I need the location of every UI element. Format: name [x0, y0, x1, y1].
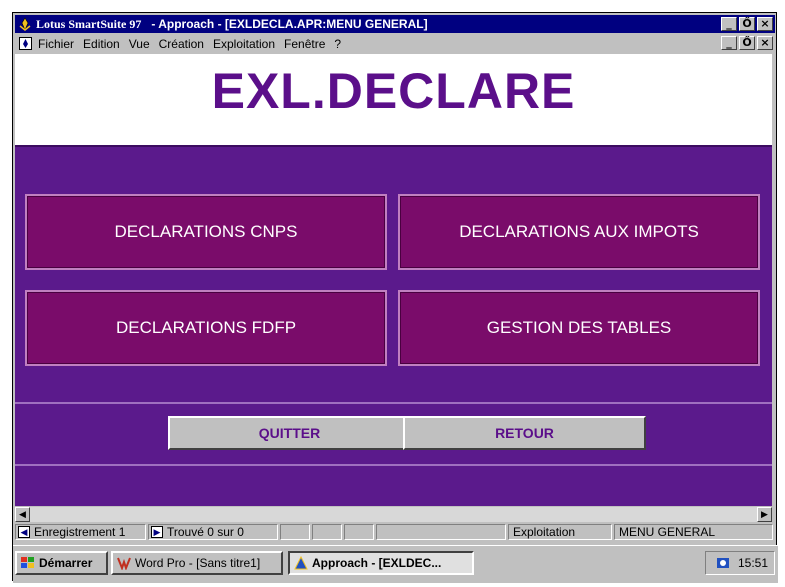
window-title: - Approach - [EXLDECLA.APR:MENU GENERAL] — [151, 17, 428, 31]
status-found[interactable]: ▶ Trouvé 0 sur 0 — [148, 524, 278, 540]
word-pro-icon — [117, 557, 131, 570]
application-window: Lotus SmartSuite 97 - Approach - [EXLDEC… — [12, 12, 778, 583]
menu-creation[interactable]: Création — [159, 37, 204, 51]
status-empty-3 — [344, 524, 374, 540]
view-label: MENU GENERAL — [619, 525, 716, 539]
menu-vue[interactable]: Vue — [129, 37, 150, 51]
menu-fenetre[interactable]: Fenêtre — [284, 37, 325, 51]
form-area: EXL.DECLARE DECLARATIONS CNPS DECLARATIO… — [15, 54, 772, 506]
doc-minimize-button[interactable]: _ — [721, 36, 737, 50]
status-bar: ◀ Enregistrement 1 ▶ Trouvé 0 sur 0 Expl… — [15, 523, 775, 541]
taskbar: Démarrer Word Pro - [Sans titre1] Approa… — [13, 545, 778, 583]
status-empty-2 — [312, 524, 342, 540]
system-tray: 15:51 — [705, 551, 775, 575]
taskbar-word-pro-label: Word Pro - [Sans titre1] — [135, 556, 261, 570]
title-bar[interactable]: Lotus SmartSuite 97 - Approach - [EXLDEC… — [15, 15, 775, 33]
doc-restore-button[interactable]: Ő — [739, 36, 755, 50]
form-header: EXL.DECLARE — [15, 54, 772, 147]
status-record[interactable]: ◀ Enregistrement 1 — [15, 524, 146, 540]
gestion-tables-button[interactable]: GESTION DES TABLES — [398, 290, 760, 366]
lotus-app-icon — [19, 17, 31, 31]
taskbar-word-pro[interactable]: Word Pro - [Sans titre1] — [111, 551, 283, 575]
menu-edition[interactable]: Edition — [83, 37, 120, 51]
minimize-button[interactable]: _ — [721, 17, 737, 31]
status-empty-4 — [376, 524, 506, 540]
horizontal-scrollbar[interactable]: ◀ ▶ — [15, 507, 772, 522]
declarations-fdfp-button[interactable]: DECLARATIONS FDFP — [25, 290, 387, 366]
quitter-button[interactable]: QUITTER — [168, 416, 411, 450]
taskbar-approach-label: Approach - [EXLDEC... — [312, 556, 442, 570]
mode-label: Exploitation — [513, 525, 576, 539]
status-mode[interactable]: Exploitation — [508, 524, 612, 540]
app-name: Lotus SmartSuite 97 — [36, 16, 142, 31]
scroll-left-arrow-icon[interactable]: ◀ — [15, 507, 30, 522]
record-label: Enregistrement 1 — [34, 525, 126, 539]
tray-app-icon[interactable] — [716, 557, 730, 569]
menu-bar: Fichier Edition Vue Création Exploitatio… — [15, 34, 775, 53]
clock[interactable]: 15:51 — [738, 556, 768, 570]
start-button[interactable]: Démarrer — [15, 551, 108, 575]
divider-bottom — [15, 464, 772, 466]
menu-fichier[interactable]: Fichier — [38, 37, 74, 51]
scroll-right-arrow-icon[interactable]: ▶ — [757, 507, 772, 522]
declarations-impots-button[interactable]: DECLARATIONS AUX IMPOTS — [398, 194, 760, 270]
next-record-icon[interactable]: ▶ — [151, 526, 163, 538]
taskbar-approach[interactable]: Approach - [EXLDEC... — [288, 551, 474, 575]
found-label: Trouvé 0 sur 0 — [167, 525, 244, 539]
start-label: Démarrer — [39, 556, 93, 570]
windows-logo-icon — [21, 557, 34, 568]
menu-exploitation[interactable]: Exploitation — [213, 37, 275, 51]
retour-button[interactable]: RETOUR — [403, 416, 646, 450]
form-title: EXL.DECLARE — [211, 63, 576, 119]
menu-help[interactable]: ? — [334, 37, 341, 51]
maximize-button[interactable]: Ő — [739, 17, 755, 31]
approach-icon — [294, 556, 308, 570]
status-view[interactable]: MENU GENERAL — [614, 524, 773, 540]
previous-record-icon[interactable]: ◀ — [18, 526, 30, 538]
close-button[interactable]: × — [757, 17, 773, 31]
status-empty-1 — [280, 524, 310, 540]
divider-top — [15, 402, 772, 404]
doc-close-button[interactable]: × — [757, 36, 773, 50]
document-icon[interactable] — [19, 37, 32, 50]
declarations-cnps-button[interactable]: DECLARATIONS CNPS — [25, 194, 387, 270]
